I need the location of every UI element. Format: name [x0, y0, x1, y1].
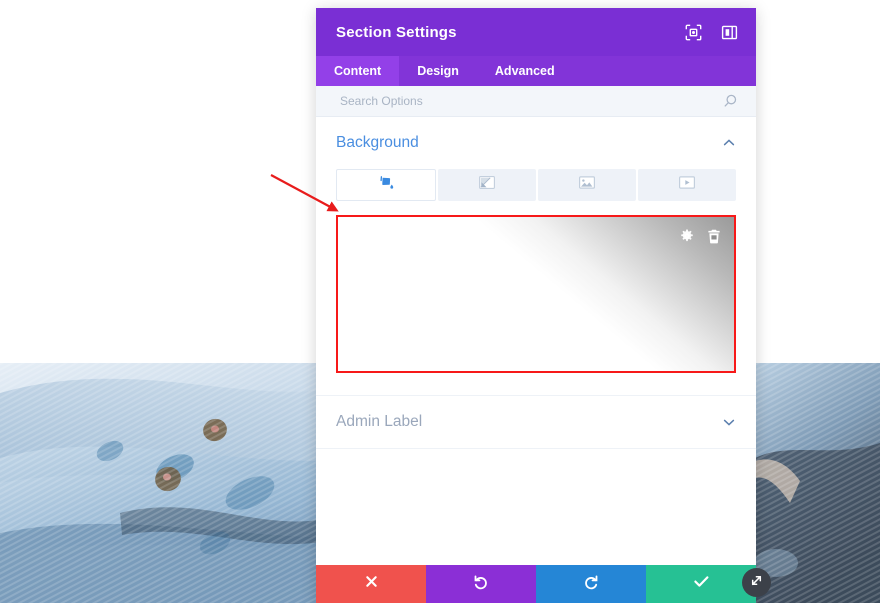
focus-mode-icon[interactable]	[684, 23, 702, 41]
chevron-up-icon[interactable]	[722, 136, 736, 150]
section-admin-label: Admin Label	[316, 396, 756, 449]
modal-header: Section Settings	[316, 8, 756, 56]
page-title: Section Settings	[336, 23, 457, 41]
gradient-action-group	[680, 229, 721, 244]
section-background: Background	[316, 117, 756, 396]
tab-advanced[interactable]: Advanced	[477, 56, 573, 86]
search-options-row	[316, 86, 756, 117]
search-input[interactable]	[340, 94, 722, 108]
background-tab-color[interactable]	[336, 169, 436, 201]
resize-handle[interactable]	[742, 568, 771, 597]
search-icon[interactable]	[722, 93, 738, 109]
trash-icon[interactable]	[707, 229, 721, 244]
close-icon	[364, 574, 379, 594]
panel-layout-icon[interactable]	[720, 23, 738, 41]
undo-icon	[473, 574, 489, 595]
gradient-swatch	[338, 217, 734, 371]
save-button[interactable]	[646, 565, 756, 603]
video-icon	[678, 175, 696, 195]
section-admin-label-title: Admin Label	[336, 413, 423, 430]
tab-content[interactable]: Content	[316, 56, 400, 86]
background-tab-image[interactable]	[538, 169, 636, 201]
header-icon-group	[684, 23, 738, 41]
section-background-header[interactable]: Background	[336, 117, 736, 169]
modal-tabbar: Content Design Advanced	[316, 56, 756, 86]
section-background-content	[336, 169, 736, 395]
chevron-down-icon[interactable]	[722, 415, 736, 429]
modal-body: Background Admin Label	[316, 117, 756, 565]
redo-button[interactable]	[536, 565, 646, 603]
background-gradient-preview[interactable]	[336, 215, 736, 373]
undo-button[interactable]	[426, 565, 536, 603]
tab-design-label: Design	[417, 64, 459, 78]
tab-content-label: Content	[334, 64, 382, 78]
modal-footer	[316, 565, 756, 603]
tab-advanced-label: Advanced	[494, 64, 555, 78]
background-tab-gradient[interactable]	[438, 169, 536, 201]
section-admin-label-header[interactable]: Admin Label	[336, 396, 736, 448]
section-settings-modal: Section Settings Content Design Advanced…	[316, 8, 756, 603]
section-background-title: Background	[336, 134, 419, 151]
gear-icon[interactable]	[680, 229, 694, 244]
redo-icon	[583, 574, 599, 595]
background-type-tabs	[336, 169, 736, 201]
screen: Section Settings Content Design Advanced…	[0, 0, 880, 603]
checkmark-icon	[693, 574, 710, 594]
cancel-button[interactable]	[316, 565, 426, 603]
resize-diagonal-icon	[749, 573, 764, 593]
background-tab-video[interactable]	[638, 169, 736, 201]
gradient-icon	[478, 175, 496, 195]
paint-bucket-icon	[378, 174, 395, 196]
image-icon	[578, 175, 596, 195]
tab-design[interactable]: Design	[399, 56, 477, 86]
